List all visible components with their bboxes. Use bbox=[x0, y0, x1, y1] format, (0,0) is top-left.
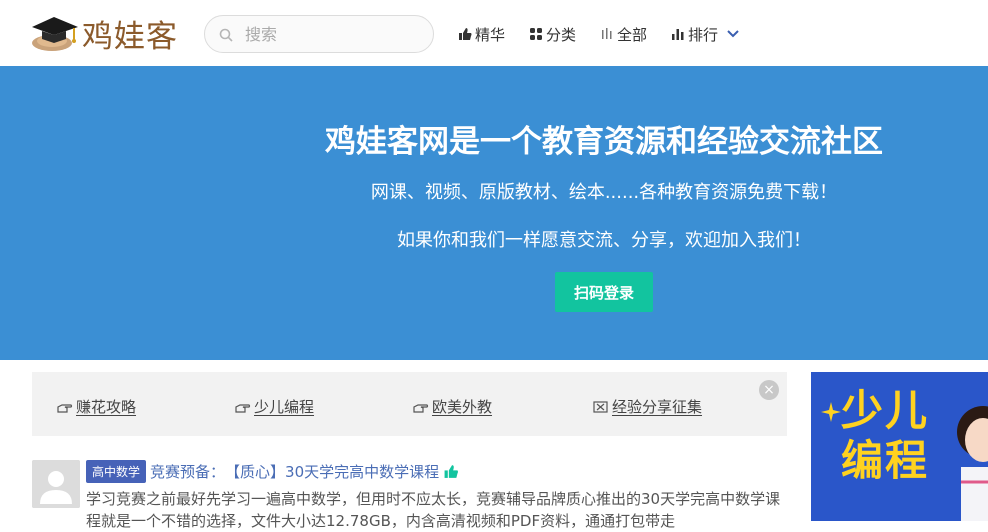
nav-label: 全部 bbox=[617, 25, 648, 44]
site-logo[interactable]: 鸡娃客 bbox=[28, 10, 178, 56]
banner-subtitle-join: 如果你和我们一样愿意交流、分享，欢迎加入我们！ bbox=[397, 230, 811, 251]
post-header: 高中数学 竞赛预备： 【质心】30天学完高中数学课程 bbox=[86, 460, 459, 483]
banner-title: 鸡娃客网是一个教育资源和经验交流社区 bbox=[325, 124, 883, 160]
hand-point-icon bbox=[413, 403, 429, 413]
nav-item-featured[interactable]: 精华 bbox=[458, 24, 505, 45]
child-illustration bbox=[957, 406, 988, 521]
close-tagbar-button[interactable]: × bbox=[759, 380, 779, 400]
ad-text: 少儿 编程 bbox=[841, 386, 929, 486]
sparkle-icon bbox=[821, 402, 841, 422]
kids-coding-ad[interactable]: 少儿 编程 bbox=[811, 372, 988, 521]
tag-kids-coding[interactable]: 少儿编程 bbox=[234, 396, 314, 417]
search-input[interactable] bbox=[245, 24, 425, 44]
site-header: 鸡娃客 精华 分类 全部 排行 bbox=[0, 0, 988, 66]
hand-point-icon bbox=[235, 403, 251, 413]
nav-more-dropdown[interactable] bbox=[726, 29, 743, 39]
nav-label: 排行 bbox=[688, 25, 719, 44]
post-excerpt: 学习竞赛之前最好先学习一遍高中数学，但用时不应太长，竞赛辅导品牌质心推出的30天… bbox=[86, 490, 781, 530]
category-badge[interactable]: 高中数学 bbox=[86, 460, 147, 483]
tag-label: 赚花攻略 bbox=[76, 398, 137, 416]
hand-point-icon bbox=[57, 403, 73, 413]
tag-label: 欧美外教 bbox=[432, 398, 493, 416]
search-box[interactable] bbox=[204, 15, 434, 53]
nav-item-categories[interactable]: 分类 bbox=[529, 24, 576, 45]
avatar[interactable] bbox=[32, 460, 80, 508]
money-icon bbox=[593, 400, 608, 413]
hero-banner: 鸡娃客网是一个教育资源和经验交流社区 网课、视频、原版教材、绘本......各种… bbox=[0, 66, 988, 360]
main-nav: 精华 分类 全部 排行 bbox=[458, 22, 767, 46]
banner-subtitle: 网课、视频、原版教材、绘本......各种教育资源免费下载！ bbox=[370, 182, 838, 203]
thumbs-up-icon bbox=[459, 28, 472, 40]
thumbs-up-icon bbox=[444, 465, 459, 478]
tag-foreign-teachers[interactable]: 欧美外教 bbox=[412, 396, 492, 417]
search-icon bbox=[219, 27, 233, 42]
grid-icon bbox=[530, 28, 543, 40]
ad-line: 少儿 bbox=[841, 386, 930, 435]
post-title-link[interactable]: 【质心】30天学完高中数学课程 bbox=[225, 461, 439, 482]
graduation-cap-icon bbox=[28, 13, 80, 53]
post-title-prefix: 竞赛预备： bbox=[150, 463, 226, 481]
qr-login-button[interactable]: 扫码登录 bbox=[555, 272, 653, 312]
topic-tag-bar: 赚花攻略 少儿编程 欧美外教 经验分享征集 bbox=[32, 372, 787, 436]
nav-label: 精华 bbox=[475, 25, 506, 44]
tag-earn-flowers[interactable]: 赚花攻略 bbox=[56, 396, 136, 417]
chevron-down-icon bbox=[727, 30, 739, 38]
logo-text: 鸡娃客 bbox=[82, 18, 178, 55]
nav-label: 分类 bbox=[546, 25, 577, 44]
ad-line: 编程 bbox=[841, 436, 930, 485]
nav-item-all[interactable]: 全部 bbox=[600, 24, 647, 45]
tag-label: 经验分享征集 bbox=[612, 398, 703, 416]
bars-icon bbox=[602, 28, 612, 39]
tag-label: 少儿编程 bbox=[254, 398, 315, 416]
nav-item-ranking[interactable]: 排行 bbox=[671, 24, 718, 45]
tag-experience-sharing[interactable]: 经验分享征集 bbox=[592, 396, 702, 417]
bar-chart-icon bbox=[672, 29, 684, 40]
